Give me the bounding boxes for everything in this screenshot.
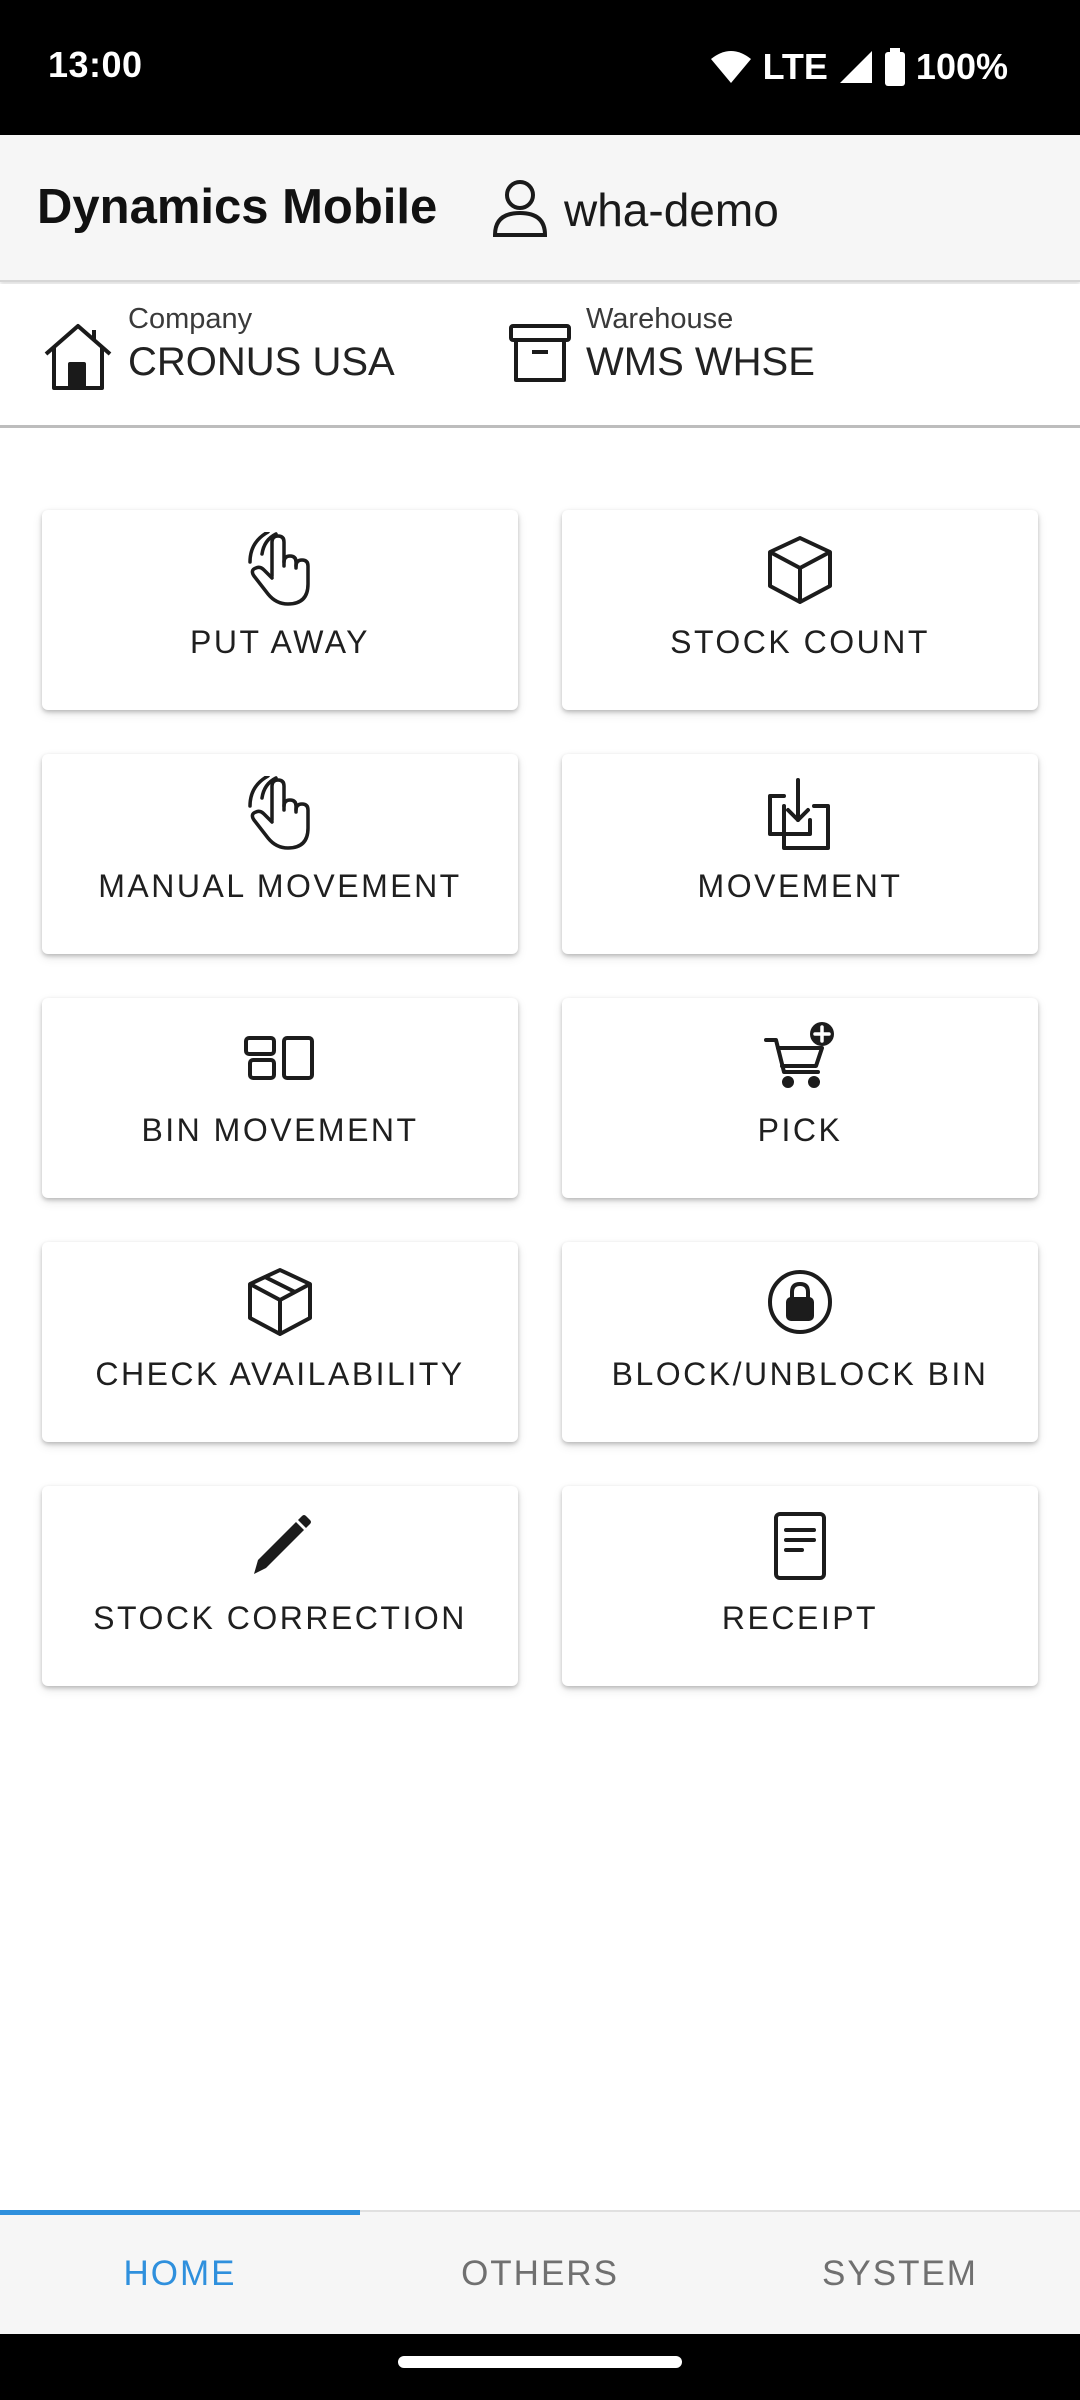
network-type: LTE xyxy=(762,46,828,87)
pick-button[interactable]: PICK xyxy=(562,998,1038,1198)
warehouse-selector[interactable]: Warehouse WMS WHSE xyxy=(508,302,815,389)
archive-box-icon xyxy=(508,322,572,389)
tile-label: CHECK AVAILABILITY xyxy=(95,1356,465,1392)
tile-label: BLOCK/UNBLOCK BIN xyxy=(611,1356,989,1392)
company-selector[interactable]: Company CRONUS USA xyxy=(42,302,395,397)
user-account[interactable]: wha-demo xyxy=(490,175,779,245)
cart-plus-icon xyxy=(762,1020,838,1096)
tile-label: RECEIPT xyxy=(721,1600,879,1636)
tile-label: PUT AWAY xyxy=(189,624,371,660)
tab-home[interactable]: HOME xyxy=(0,2212,360,2336)
system-nav-bar xyxy=(0,2334,1080,2400)
tile-label: MOVEMENT xyxy=(697,868,903,904)
company-value: CRONUS USA xyxy=(128,340,395,384)
tile-label: MANUAL MOVEMENT xyxy=(98,868,462,904)
status-icons: LTE 100% xyxy=(709,40,1008,94)
bin-movement-button[interactable]: BIN MOVEMENT xyxy=(42,998,518,1198)
context-row: Company CRONUS USA Warehouse WMS WHSE xyxy=(0,284,1080,428)
pencil-icon xyxy=(242,1508,318,1584)
receipt-button[interactable]: RECEIPT xyxy=(562,1486,1038,1686)
manual-movement-button[interactable]: MANUAL MOVEMENT xyxy=(42,754,518,954)
company-label: Company xyxy=(128,303,253,335)
person-outline-icon xyxy=(490,177,550,244)
app-title: Dynamics Mobile xyxy=(37,180,438,234)
stock-correction-button[interactable]: STOCK CORRECTION xyxy=(42,1486,518,1686)
wifi-icon xyxy=(709,49,753,85)
tile-label: PICK xyxy=(757,1112,843,1148)
bins-icon xyxy=(242,1020,318,1096)
hand-pointer-icon xyxy=(242,530,318,608)
screen: 13:00 LTE 100% Dynamics Mobile wha-demo … xyxy=(0,0,1080,2400)
battery-percent: 100% xyxy=(915,46,1008,87)
tab-system[interactable]: SYSTEM xyxy=(720,2212,1080,2336)
bottom-nav: HOME OTHERS SYSTEM xyxy=(0,2210,1080,2334)
check-availability-button[interactable]: CHECK AVAILABILITY xyxy=(42,1242,518,1442)
hand-pointer-icon xyxy=(242,774,318,852)
receipt-icon xyxy=(762,1508,838,1584)
status-bar: 13:00 LTE 100% xyxy=(0,0,1080,135)
lock-circle-icon xyxy=(762,1264,838,1340)
status-time: 13:00 xyxy=(48,44,143,85)
movement-button[interactable]: MOVEMENT xyxy=(562,754,1038,954)
put-away-button[interactable]: PUT AWAY xyxy=(42,510,518,710)
stock-count-button[interactable]: STOCK COUNT xyxy=(562,510,1038,710)
block-unblock-bin-button[interactable]: BLOCK/UNBLOCK BIN xyxy=(562,1242,1038,1442)
download-tray-icon xyxy=(762,776,838,852)
tab-others[interactable]: OTHERS xyxy=(360,2212,720,2336)
home-icon xyxy=(42,322,114,397)
app-bar: Dynamics Mobile wha-demo xyxy=(0,135,1080,282)
tile-label: STOCK CORRECTION xyxy=(93,1600,467,1636)
battery-icon xyxy=(884,48,906,86)
cube-icon xyxy=(762,532,838,608)
home-gesture-handle[interactable] xyxy=(398,2356,682,2368)
warehouse-label: Warehouse xyxy=(586,303,734,335)
package-icon xyxy=(242,1264,318,1340)
cell-signal-icon xyxy=(838,49,874,85)
tile-label: BIN MOVEMENT xyxy=(141,1112,419,1148)
user-name: wha-demo xyxy=(564,184,779,236)
tile-label: STOCK COUNT xyxy=(670,624,930,660)
warehouse-value: WMS WHSE xyxy=(586,340,815,384)
